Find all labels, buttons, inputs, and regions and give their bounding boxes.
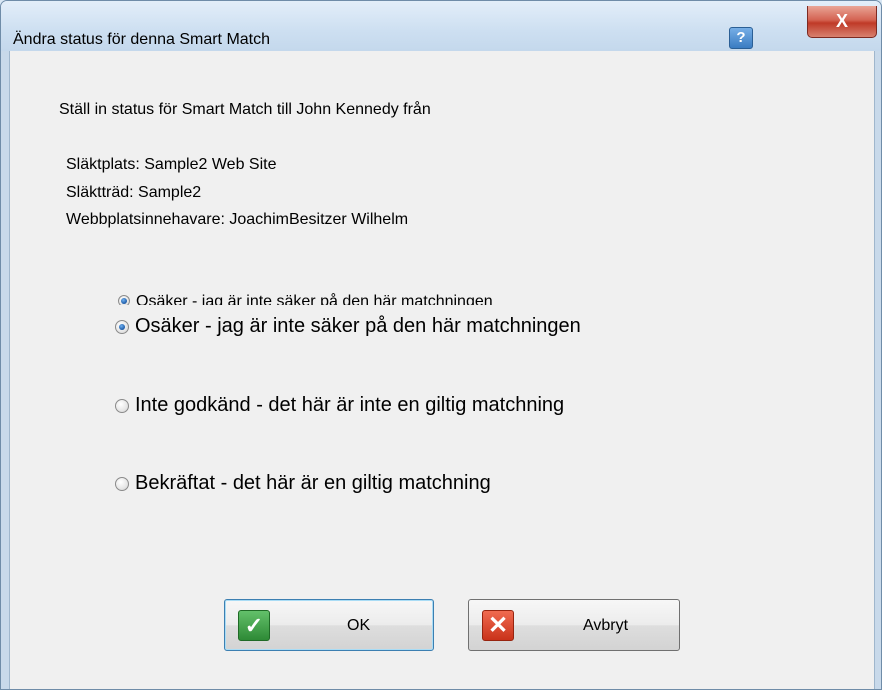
radio-rejected[interactable]: Inte godkänd - det här är inte en giltig… [115,394,564,417]
checkmark-icon: ✓ [238,610,270,641]
title-bar[interactable]: Ändra status för denna Smart Match ? X [1,1,881,51]
radio-confirmed-indicator[interactable] [115,476,129,491]
dialog-title: Ändra status för denna Smart Match [13,31,271,48]
site-manager-text: Webbplatsinnehavare: JoachimBesitzer Wil… [66,211,409,228]
close-button[interactable]: X [807,6,877,38]
family-tree-text: Släktträd: Sample2 [66,184,202,201]
dialog-body: Ställ in status för Smart Match till Joh… [9,51,875,689]
family-site-text: Släktplats: Sample2 Web Site [66,156,277,173]
help-button[interactable]: ? [729,27,753,49]
radio-rejected-label: Inte godkänd - det här är inte en giltig… [135,394,565,416]
dialog-window: Ändra status för denna Smart Match ? X S… [0,0,882,690]
help-icon: ? [736,29,746,46]
radio-uncertain-indicator[interactable] [115,319,129,334]
close-icon: X [835,11,848,31]
radio-ghost-uncertain: Osäker - jag är inte säker på den här ma… [118,293,678,305]
radio-confirmed[interactable]: Bekräftat - det här är en giltig matchni… [115,472,491,495]
ok-button-label: OK [347,617,371,634]
x-icon: ✕ [482,610,514,641]
cancel-button[interactable]: ✕ Avbryt [468,599,680,651]
ok-button[interactable]: ✓ OK [224,599,434,651]
radio-rejected-indicator[interactable] [115,398,129,413]
radio-confirmed-label: Bekräftat - det här är en giltig matchni… [135,472,491,494]
radio-ghost-label: Osäker - jag är inte säker på den här ma… [136,293,493,305]
cancel-button-label: Avbryt [583,617,629,634]
radio-ghost-indicator [118,295,130,305]
intro-text: Ställ in status för Smart Match till Joh… [59,101,431,118]
radio-uncertain-label: Osäker - jag är inte säker på den här ma… [135,315,581,337]
radio-uncertain[interactable]: Osäker - jag är inte säker på den här ma… [115,315,581,338]
